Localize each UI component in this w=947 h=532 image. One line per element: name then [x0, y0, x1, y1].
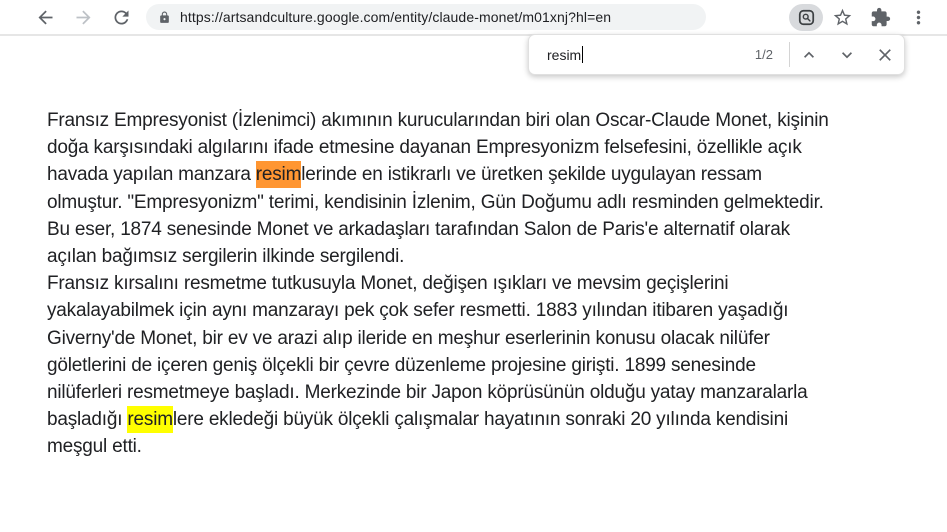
find-query-text: resim [547, 46, 582, 63]
close-find-bar-button[interactable] [866, 36, 904, 74]
text-segment: olmuştur. "Empresyonizm" terimi, kendisi… [47, 191, 824, 213]
text-line: nilüferleri resmetmeye başladı. Merkezin… [47, 379, 927, 406]
lock-icon [160, 11, 169, 23]
search-in-page-icon [798, 9, 814, 25]
text-segment: meşgul etti. [47, 436, 142, 458]
text-line: olmuştur. "Empresyonizm" terimi, kendisi… [47, 189, 927, 216]
text-line: Giverny'de Monet, bir ev ve arazi alıp i… [47, 325, 927, 352]
browser-toolbar: https://artsandculture.google.com/entity… [0, 0, 947, 36]
text-segment: göletlerini de içeren geniş ölçekli bir … [47, 354, 756, 376]
previous-match-button[interactable] [790, 36, 828, 74]
text-segment: başladığı [47, 409, 128, 431]
extensions-button[interactable] [861, 1, 899, 33]
text-line: Bu eser, 1874 senesinde Monet ve arkadaş… [47, 216, 927, 243]
active-search-match: resim [255, 161, 301, 189]
text-line: havada yapılan manzara resimlerinde en i… [47, 161, 927, 189]
close-icon [879, 48, 891, 61]
star-icon [833, 8, 851, 25]
forward-arrow-icon [76, 10, 90, 24]
text-segment: doğa karşısındaki algılarını ifade etmes… [47, 137, 802, 159]
text-segment: havada yapılan manzara [47, 164, 256, 186]
forward-button[interactable] [64, 1, 102, 33]
three-dot-menu-icon [916, 10, 920, 24]
text-line: Fransız Empresyonist (İzlenimci) akımını… [47, 107, 927, 134]
article-text: Fransız Empresyonist (İzlenimci) akımını… [47, 107, 927, 460]
text-line: doğa karşısındaki algılarını ifade etmes… [47, 134, 927, 161]
text-line: yakalayabilmek için aynı manzarayı pek ç… [47, 297, 927, 324]
next-match-button[interactable] [828, 36, 866, 74]
text-segment: lere ekledeği büyük ölçekli çalışmalar h… [172, 409, 788, 431]
reload-button[interactable] [102, 1, 140, 33]
text-line: meşgul etti. [47, 433, 927, 460]
address-bar[interactable]: https://artsandculture.google.com/entity… [146, 4, 706, 30]
text-line: açılan bağımsız sergilerin ilkinde sergi… [47, 243, 927, 270]
find-bar: resim 1/2 [528, 34, 905, 75]
text-segment: Fransız kırsalını resmetme tutkusuyla Mo… [47, 273, 729, 295]
reload-icon [114, 10, 128, 24]
text-line: göletlerini de içeren geniş ölçekli bir … [47, 352, 927, 379]
search-match: resim [127, 406, 173, 434]
chevron-up-icon [804, 51, 814, 58]
text-line: Fransız kırsalını resmetme tutkusuyla Mo… [47, 270, 927, 297]
text-segment: Giverny'de Monet, bir ev ve arazi alıp i… [47, 327, 770, 349]
back-button[interactable] [26, 1, 64, 33]
text-segment: yakalayabilmek için aynı manzarayı pek ç… [47, 300, 789, 322]
bookmark-button[interactable] [823, 1, 861, 33]
url-text: https://artsandculture.google.com/entity… [180, 9, 612, 25]
puzzle-piece-icon [871, 7, 890, 26]
find-input[interactable]: resim [547, 35, 755, 74]
match-count: 1/2 [754, 47, 773, 62]
text-segment: lerinde en istikrarlı ve üretken şekilde… [301, 164, 762, 186]
text-segment: Fransız Empresyonist (İzlenimci) akımını… [47, 110, 829, 131]
text-line: başladığı resimlere ekledeği büyük ölçek… [47, 406, 927, 434]
find-in-page-button[interactable] [789, 3, 823, 31]
chevron-down-icon [842, 51, 852, 58]
text-segment: Bu eser, 1874 senesinde Monet ve arkadaş… [47, 218, 790, 240]
text-cursor [582, 46, 584, 63]
text-segment: nilüferleri resmetmeye başladı. Merkezin… [47, 381, 808, 403]
browser-menu-button[interactable] [899, 1, 937, 33]
back-arrow-icon [38, 10, 52, 24]
text-segment: açılan bağımsız sergilerin ilkinde sergi… [47, 245, 405, 267]
